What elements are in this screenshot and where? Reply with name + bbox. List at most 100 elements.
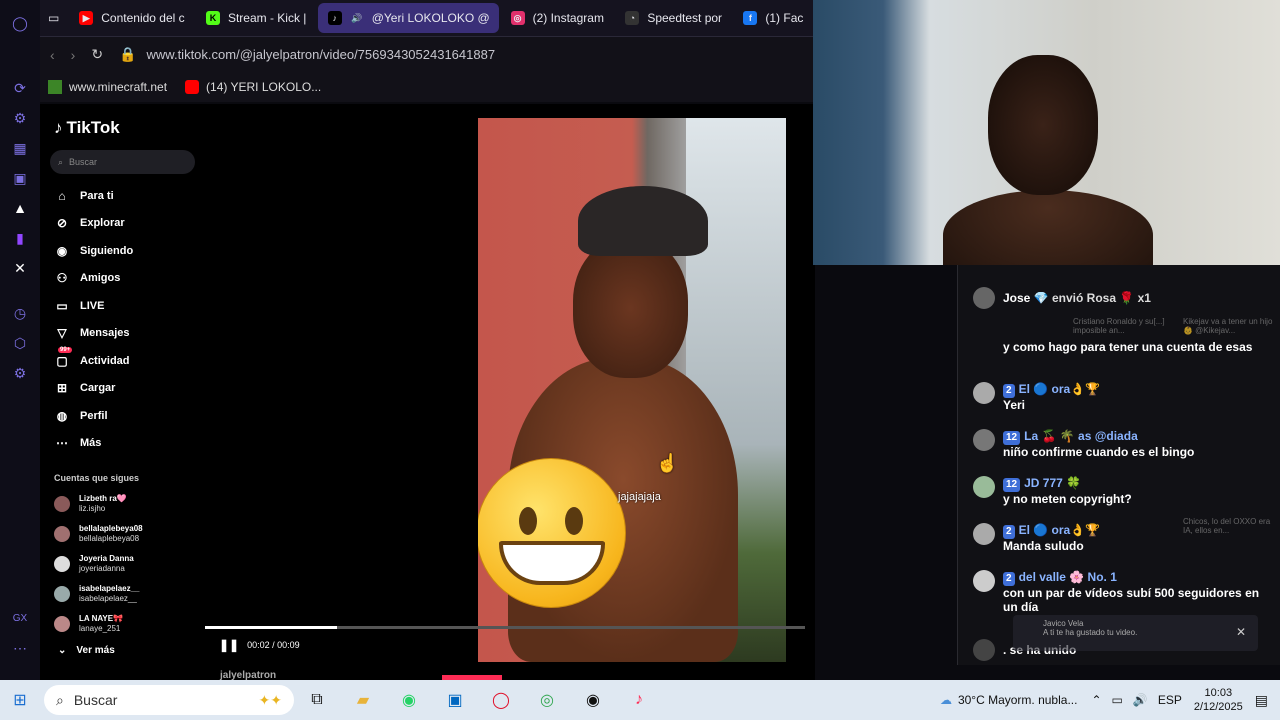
live-icon: ▭	[56, 298, 68, 313]
notifications-icon[interactable]: ▤	[1255, 692, 1268, 709]
background-note: Kikejav va a tener un hijo 👶 @Kikejav...	[1183, 317, 1273, 335]
ai-icon[interactable]: ⚙	[10, 108, 30, 128]
compass-icon: ⊘	[56, 216, 68, 231]
url-field[interactable]: www.tiktok.com/@jalyelpatron/video/75693…	[147, 47, 496, 62]
webcam-person-shoulders	[943, 190, 1153, 265]
chat-message: 2 El 🔵 ora👌🏆 Yeri	[973, 382, 1273, 412]
whatsapp-icon[interactable]: ◉	[386, 680, 432, 720]
chat-message: 2 del valle 🌸 No. 1 con un par de vídeos s…	[973, 570, 1273, 614]
tab-tiktok[interactable]: ♪ 🔊 @Yeri LOKOLOKO @	[317, 3, 499, 33]
video-frame[interactable]: jajajajaja ☝	[478, 118, 786, 662]
nav-para-ti[interactable]: ⌂ Para ti	[50, 182, 195, 210]
avatar	[973, 639, 995, 661]
tiktok-live-icon[interactable]: ♪	[616, 680, 662, 720]
nav-amigos[interactable]: ⚇ Amigos	[50, 265, 195, 293]
nav-cargar[interactable]: ⊞ Cargar	[50, 375, 195, 403]
language-indicator[interactable]: ESP	[1158, 693, 1182, 707]
chat-message: y como hago para tener una cuenta de esa…	[973, 340, 1273, 362]
chat-message: 12 La 🍒 🌴 as @diada niño confirme cuando e…	[973, 429, 1273, 459]
see-more-link[interactable]: ⌄ Ver más	[50, 645, 195, 656]
twitch-icon[interactable]: ▮	[10, 228, 30, 248]
tiktok-search-input[interactable]: ⌕ Buscar	[50, 150, 195, 174]
pause-icon[interactable]: ❚❚	[219, 638, 239, 652]
tab-browser-icon[interactable]: ▭	[40, 3, 67, 33]
extensions-icon[interactable]: ⬡	[10, 333, 30, 353]
avatar	[973, 570, 995, 592]
video-progress-bar[interactable]	[205, 626, 805, 629]
video-time-display: ❚❚ 00:02 / 00:09	[219, 638, 300, 652]
nav-mas[interactable]: ⋯ Más	[50, 430, 195, 458]
tiktok-logo[interactable]: ♪ TikTok	[50, 118, 195, 138]
avatar	[54, 556, 70, 572]
tab-instagram[interactable]: ◎ (2) Instagram	[501, 3, 614, 33]
opera-logo-icon[interactable]: ◯	[10, 13, 30, 33]
nav-perfil[interactable]: ◍ Perfil	[50, 402, 195, 430]
file-explorer-icon[interactable]: ▰	[340, 680, 386, 720]
lock-icon[interactable]: 🔒	[119, 46, 136, 63]
following-title: Cuentas que sigues	[54, 473, 140, 483]
video-player[interactable]: jajajajaja ☝ ❚❚ 00:02 / 00:09	[205, 118, 815, 663]
reload-icon[interactable]: ↻	[91, 46, 103, 63]
close-icon[interactable]: ✕	[1236, 625, 1246, 639]
network-icon[interactable]: ▭	[1112, 693, 1123, 707]
taskbar-search-input[interactable]: ⌕ Buscar ✦✦	[44, 685, 294, 715]
workspace-icon[interactable]: ▦	[10, 138, 30, 158]
activity-badge: 99+	[58, 346, 73, 353]
more-icon: ⋯	[56, 436, 68, 451]
level-badge: 2	[1003, 384, 1015, 398]
following-account[interactable]: Joyeria Danna joyeriadanna	[50, 549, 195, 579]
following-account[interactable]: isabelapelaez__ isabelapelaez__	[50, 579, 195, 609]
friends-icon: ⚇	[56, 271, 68, 286]
tab-youtube[interactable]: ▶ Contenido del c	[69, 3, 194, 33]
webcam-overlay	[813, 0, 1280, 265]
app-icon[interactable]: ▲	[10, 198, 30, 218]
back-icon[interactable]: ‹	[50, 47, 55, 63]
settings-icon[interactable]: ⚙	[10, 363, 30, 383]
clock-icon[interactable]: ◷	[10, 303, 30, 323]
background-note: Cristiano Ronaldo y su[...] imposible an…	[1073, 317, 1165, 335]
tiktok-icon: ♪	[327, 11, 342, 25]
nav-explorar[interactable]: ⊘ Explorar	[50, 210, 195, 238]
following-account[interactable]: Lizbeth ra🩷 liz.isjho	[50, 489, 195, 519]
nav-live[interactable]: ▭ LIVE	[50, 292, 195, 320]
chrome-icon[interactable]: ◎	[524, 680, 570, 720]
windows-start-icon[interactable]: ⊞	[0, 690, 40, 710]
nav-actividad[interactable]: ▢ 99+ Actividad	[50, 346, 195, 375]
forward-icon[interactable]: ›	[71, 47, 76, 63]
history-icon[interactable]: ⟳	[10, 78, 30, 98]
opera-sidebar: ◯ ⟳ ⚙ ▦ ▣ ▲ ▮ ✕ ◷ ⬡ ⚙ GX ⋯	[0, 0, 40, 680]
webcam-person-head	[988, 55, 1098, 195]
gx-icon[interactable]: GX	[10, 608, 30, 628]
avatar	[54, 496, 70, 512]
weather-widget[interactable]: ☁ 30°C Mayorm. nubla...	[940, 693, 1078, 707]
clock[interactable]: 10:03 2/12/2025	[1194, 686, 1243, 714]
notification-toast[interactable]: Javico Vela A ti te ha gustado tu video.…	[1013, 615, 1258, 651]
opera-icon[interactable]: ◯	[478, 680, 524, 720]
tab-facebook[interactable]: f (1) Fac	[733, 3, 813, 33]
obs-icon[interactable]: ◉	[570, 680, 616, 720]
emoji-eye	[519, 507, 537, 535]
nav-mensajes[interactable]: ▽ Mensajes	[50, 320, 195, 348]
home-icon: ⌂	[58, 188, 66, 203]
x-icon[interactable]: ✕	[10, 258, 30, 278]
emoji-eye	[565, 507, 583, 535]
bookmark-minecraft[interactable]: www.minecraft.net	[48, 80, 167, 94]
cloud-icon: ☁	[939, 693, 952, 707]
youtube-icon	[185, 80, 200, 94]
tab-speedtest[interactable]: ◔ Speedtest por	[615, 3, 731, 33]
nav-siguiendo[interactable]: ◉ Siguiendo	[50, 237, 195, 265]
bookmark-youtube[interactable]: (14) YERI LOKOLO...	[185, 80, 321, 94]
following-account[interactable]: LA NAYE🎀 lanaye_251	[50, 609, 195, 639]
minecraft-icon	[48, 80, 62, 94]
chevron-up-icon[interactable]: ⌃	[1091, 693, 1101, 707]
upload-icon: ⊞	[56, 381, 68, 396]
messenger-icon[interactable]: ▣	[10, 168, 30, 188]
following-account[interactable]: bellalaplebeya08 bellalaplebeya08	[50, 519, 195, 549]
store-icon[interactable]: ▣	[432, 680, 478, 720]
speaker-icon[interactable]: 🔊	[1133, 693, 1148, 707]
task-view-icon[interactable]: ⧉	[294, 680, 340, 720]
menu-dots-icon[interactable]: ⋯	[10, 638, 30, 658]
live-chat-panel: Cristiano Ronaldo y su[...] imposible an…	[957, 265, 1280, 665]
tab-kick[interactable]: K Stream - Kick |	[196, 3, 316, 33]
kick-icon: K	[205, 11, 220, 25]
